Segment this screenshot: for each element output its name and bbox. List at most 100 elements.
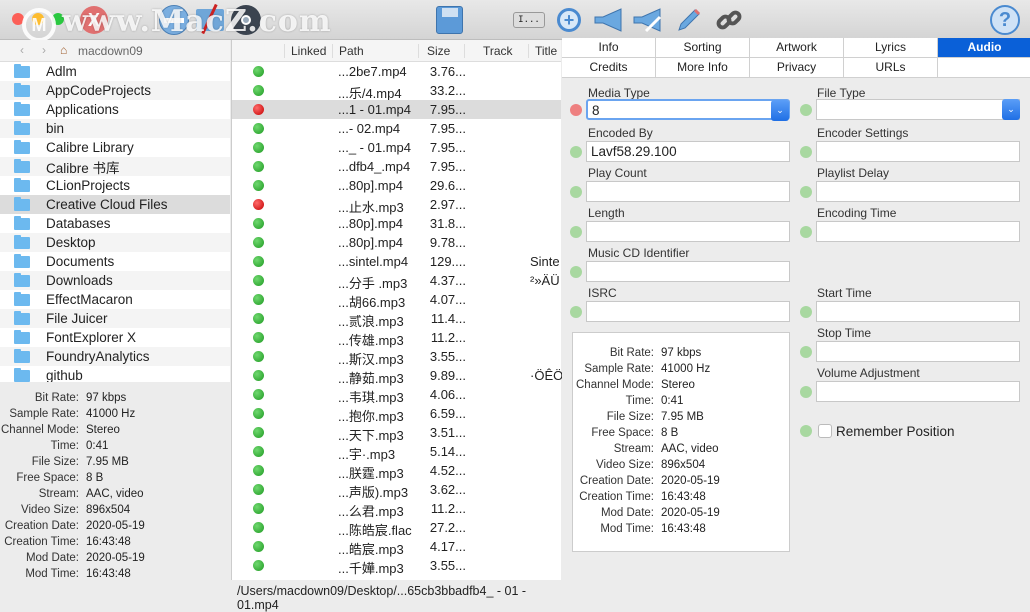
isrc-input[interactable] xyxy=(586,301,790,322)
remove-icon[interactable] xyxy=(158,4,190,36)
file-row[interactable]: ...分手 .mp3 4.37... ²»ÄÜ xyxy=(232,271,561,291)
file-row[interactable]: ...dfb4_.mp4 7.95... xyxy=(232,157,561,176)
tab-artwork[interactable]: Artwork xyxy=(750,38,844,58)
media-type-select[interactable]: 8 ⌄ xyxy=(586,99,790,121)
file-info-row: File Size: 7.95 MB xyxy=(0,456,230,472)
file-row[interactable]: ...传雄.mp3 11.2... xyxy=(232,328,561,348)
tab-audio[interactable]: Audio xyxy=(938,38,1030,58)
info-value: 16:43:48 xyxy=(661,523,706,535)
help-icon[interactable]: ? xyxy=(989,4,1021,36)
announce-icon[interactable] xyxy=(593,4,625,36)
sidebar-item[interactable]: Calibre 书库 xyxy=(0,157,230,176)
info-label: File Size: xyxy=(31,456,79,468)
tab-privacy[interactable]: Privacy xyxy=(750,58,844,78)
sidebar-item[interactable]: Downloads xyxy=(0,271,230,290)
sidebar-item[interactable]: AppCodeProjects xyxy=(0,81,230,100)
sidebar-item[interactable]: File Juicer xyxy=(0,309,230,328)
file-list-header: Linked Path Size Track Title xyxy=(232,40,561,62)
sidebar-item[interactable]: Applications xyxy=(0,100,230,119)
file-row[interactable]: ...天下.mp3 3.51... xyxy=(232,423,561,443)
file-size: 7.95... xyxy=(429,140,466,155)
column-path[interactable]: Path xyxy=(332,44,364,58)
sidebar-item[interactable]: EffectMacaron xyxy=(0,290,230,309)
close-x-icon[interactable]: X xyxy=(78,4,110,36)
column-track[interactable]: Track xyxy=(464,44,528,58)
file-row[interactable]: ...斯汉.mp3 3.55... xyxy=(232,347,561,367)
info-value: Stereo xyxy=(661,379,695,391)
stop-time-input[interactable] xyxy=(816,341,1020,362)
save-icon[interactable] xyxy=(433,4,465,36)
file-row[interactable]: ...止水.mp3 2.97... xyxy=(232,195,561,215)
file-row[interactable]: ...静茹.mp3 9.89... ·ÖÊÖ xyxy=(232,366,562,386)
sidebar-item[interactable]: Adlm xyxy=(0,62,230,81)
text-field-icon[interactable]: I... xyxy=(512,4,546,36)
volume-adjustment-input[interactable] xyxy=(816,381,1020,402)
file-info-row: Creation Date: 2020-05-19 xyxy=(0,520,230,536)
sidebar-item[interactable]: bin xyxy=(0,119,230,138)
file-info-row: Sample Rate: 41000 Hz xyxy=(0,408,230,424)
sidebar-item[interactable]: Databases xyxy=(0,214,230,233)
column-size[interactable]: Size xyxy=(418,44,464,58)
play-count-input[interactable] xyxy=(586,181,790,202)
music-cd-identifier-input[interactable] xyxy=(586,261,790,282)
tab-lyrics[interactable]: Lyrics xyxy=(844,38,938,58)
info-value: 7.95 MB xyxy=(661,411,704,423)
disc-icon[interactable] xyxy=(230,4,262,36)
file-row[interactable]: ...贰浪.mp3 11.4... xyxy=(232,309,561,329)
file-row[interactable]: ...皓宸.mp3 4.17... xyxy=(232,537,561,557)
info-value: AAC, video xyxy=(86,488,144,500)
file-row[interactable]: ...千嬅.mp3 3.55... xyxy=(232,556,561,576)
file-row[interactable]: ...80p].mp4 9.78... xyxy=(232,233,561,252)
column-linked[interactable]: Linked xyxy=(284,44,326,58)
pencil-icon[interactable] xyxy=(673,4,705,36)
link-icon[interactable] xyxy=(713,4,745,36)
zoom-in-icon[interactable]: + xyxy=(553,4,585,36)
remember-position-checkbox[interactable] xyxy=(818,424,832,438)
file-row[interactable]: ...声版).mp3 3.62... xyxy=(232,480,561,500)
status-bar-path: /Users/macdown09/Desktop/...65cb3bbadfb4… xyxy=(231,580,561,612)
file-row[interactable]: ...2be7.mp4 3.76... xyxy=(232,62,561,81)
file-row[interactable]: ...陈皓宸.flac 27.2... xyxy=(232,518,561,538)
file-row[interactable]: ...sintel.mp4 129.... Sinte xyxy=(232,252,561,271)
column-title[interactable]: Title xyxy=(528,44,557,58)
sidebar-item[interactable]: FontExplorer X xyxy=(0,328,230,347)
forward-button[interactable]: › xyxy=(42,43,46,57)
sidebar-item[interactable]: Calibre Library xyxy=(0,138,230,157)
file-row[interactable]: ...乐/4.mp4 33.2... xyxy=(232,81,561,101)
sidebar-item[interactable]: github xyxy=(0,366,230,382)
announce-edit-icon[interactable] xyxy=(632,4,664,36)
length-input[interactable] xyxy=(586,221,790,242)
file-row[interactable]: ..._ - 01.mp4 7.95... xyxy=(232,138,561,157)
sidebar-item[interactable]: FoundryAnalytics xyxy=(0,347,230,366)
encoding-time-input[interactable] xyxy=(816,221,1020,242)
edit-folder-icon[interactable] xyxy=(194,3,226,36)
back-button[interactable]: ‹ xyxy=(20,43,24,57)
start-time-input[interactable] xyxy=(816,301,1020,322)
encoder-settings-input[interactable] xyxy=(816,141,1020,162)
file-row[interactable]: ...80p].mp4 29.6... xyxy=(232,176,561,195)
encoded-by-input[interactable]: Lavf58.29.100 xyxy=(586,141,790,162)
sidebar-item[interactable]: Creative Cloud Files xyxy=(0,195,230,214)
file-row[interactable]: ...抱你.mp3 6.59... xyxy=(232,404,561,424)
isrc-label: ISRC xyxy=(588,286,617,300)
sidebar-item[interactable]: Desktop xyxy=(0,233,230,252)
file-row[interactable]: ...80p].mp4 31.8... xyxy=(232,214,561,233)
file-row[interactable]: ...朕霆.mp3 4.52... xyxy=(232,461,561,481)
file-row[interactable]: ...胡66.mp3 4.07... xyxy=(232,290,561,310)
file-row[interactable]: ...1 - 01.mp4 7.95... xyxy=(232,100,561,119)
sidebar-item[interactable]: CLionProjects xyxy=(0,176,230,195)
link-status-green-icon xyxy=(253,446,264,457)
sidebar-item[interactable]: Documents xyxy=(0,252,230,271)
tab-urls[interactable]: URLs xyxy=(844,58,938,78)
file-row[interactable]: ...宇·.mp3 5.14... xyxy=(232,442,561,462)
file-row[interactable]: ...么君.mp3 11.2... xyxy=(232,499,561,519)
current-folder[interactable]: macdown09 xyxy=(78,44,143,58)
tab-info[interactable]: Info xyxy=(562,38,656,58)
file-row[interactable]: ...韦琪.mp3 4.06... xyxy=(232,385,561,405)
tab-sorting[interactable]: Sorting xyxy=(656,38,750,58)
tab-credits[interactable]: Credits xyxy=(562,58,656,78)
file-row[interactable]: ...- 02.mp4 7.95... xyxy=(232,119,561,138)
playlist-delay-input[interactable] xyxy=(816,181,1020,202)
file-type-select[interactable]: ⌄ xyxy=(816,99,1020,120)
tab-more-info[interactable]: More Info xyxy=(656,58,750,78)
